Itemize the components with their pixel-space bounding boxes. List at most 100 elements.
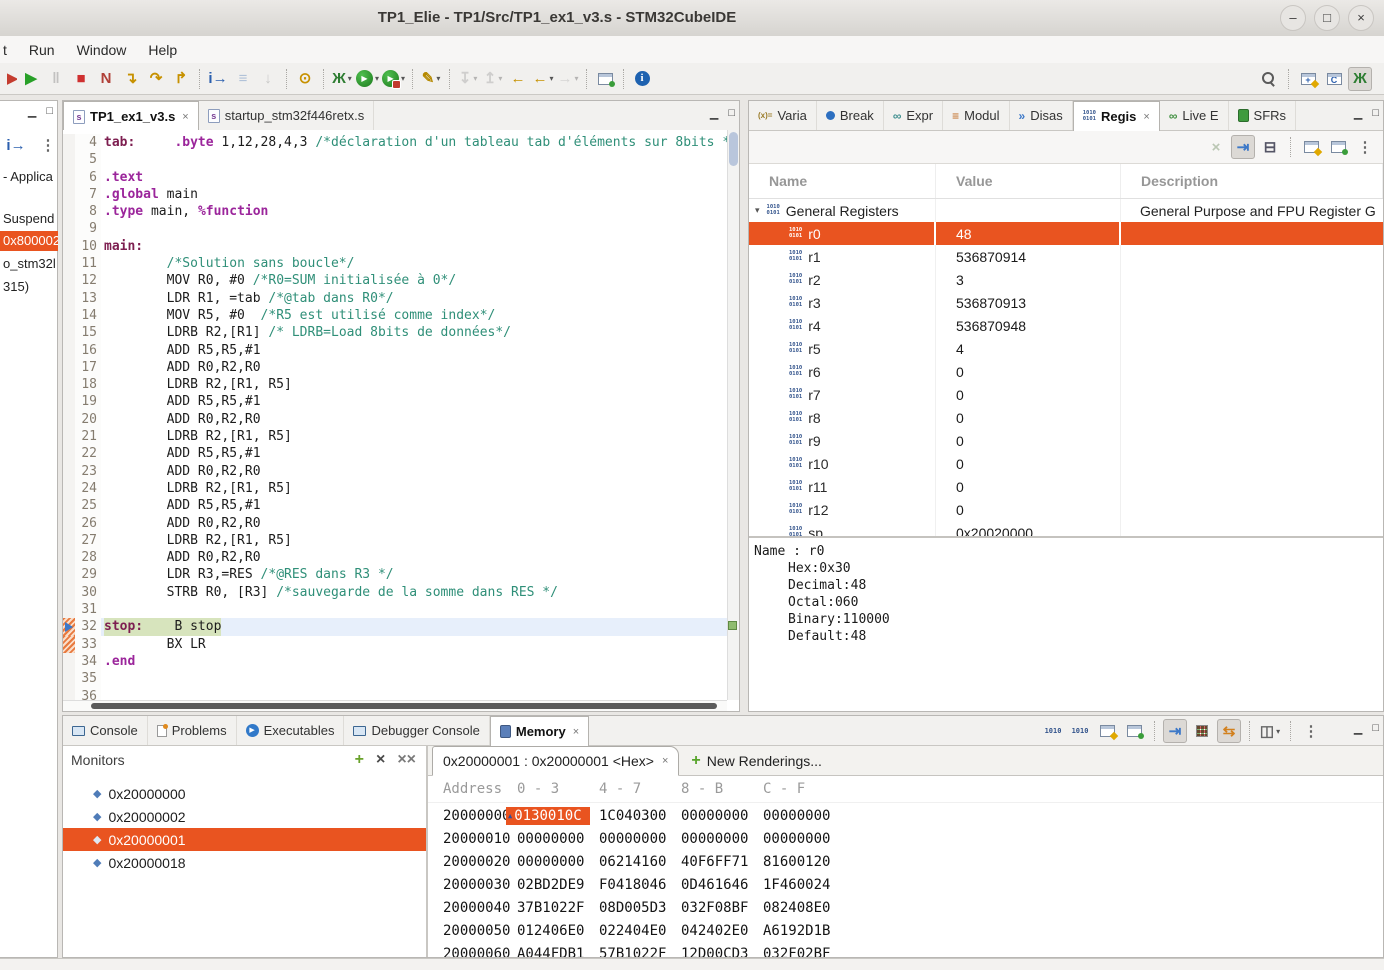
resume-icon[interactable]: ▶	[19, 67, 43, 91]
info-icon[interactable]: i	[630, 67, 654, 91]
gutter-marker[interactable]	[63, 549, 75, 566]
memory-cell[interactable]: 00000000	[508, 854, 590, 870]
editor-vertical-scrollbar[interactable]	[727, 130, 739, 700]
line-number[interactable]: 33	[75, 636, 101, 653]
line-number[interactable]: 8	[75, 203, 101, 220]
close-tab-icon[interactable]: ×	[662, 755, 668, 767]
memory-cell[interactable]: 0D461646	[672, 877, 754, 893]
code-line[interactable]: 10main:	[63, 238, 727, 255]
memory-row[interactable]: 2000001000000000000000000000000000000000	[428, 827, 1383, 850]
last-edit-location-icon[interactable]: ←	[506, 67, 530, 91]
line-number[interactable]: 13	[75, 290, 101, 307]
memory-monitor-item[interactable]: ◆0x20000001	[63, 828, 426, 851]
line-number[interactable]: 23	[75, 463, 101, 480]
debug-perspective-icon[interactable]: Ж	[1348, 67, 1372, 91]
collapse-all-icon[interactable]: ⊟	[1258, 135, 1282, 159]
line-number[interactable]: 31	[75, 601, 101, 618]
upload-icon[interactable]: ↥▾	[481, 67, 505, 91]
memory-cell[interactable]: 00000000	[754, 831, 836, 847]
memory-cell[interactable]: 00000000	[672, 808, 754, 824]
memory-cell[interactable]: A044FDB1	[508, 946, 590, 958]
link-with-debug-icon[interactable]: ⇥	[1163, 719, 1187, 743]
register-row[interactable]: 1010 0101r54	[749, 337, 1383, 360]
reset-device-icon[interactable]: ⊙	[293, 67, 317, 91]
minimize-window-button[interactable]: –	[1280, 5, 1306, 31]
debug-tree-item[interactable]: o_stm32l	[0, 254, 58, 274]
gutter-marker[interactable]	[63, 601, 75, 618]
line-number[interactable]: 7	[75, 186, 101, 203]
gutter-marker[interactable]	[63, 532, 75, 549]
code-line[interactable]: 33 BX LR	[63, 636, 727, 653]
gutter-marker[interactable]	[63, 515, 75, 532]
gutter-marker[interactable]	[63, 636, 75, 653]
close-tab-icon[interactable]: ×	[573, 726, 579, 738]
open-new-window-icon[interactable]	[593, 67, 617, 91]
menu-item-run[interactable]: Run	[29, 42, 55, 58]
terminate-icon[interactable]: ■	[69, 67, 93, 91]
new-hex-rendering-icon[interactable]: 1010	[1041, 719, 1065, 743]
code-line[interactable]: 13 LDR R1, =tab /*@tab dans R0*/	[63, 290, 727, 307]
memory-cell[interactable]: 032F08BF	[672, 900, 754, 916]
gutter-marker[interactable]	[63, 653, 75, 670]
code-line[interactable]: 28 ADD R0,R2,R0	[63, 549, 727, 566]
add-monitor-button[interactable]: +	[355, 752, 364, 768]
memory-cell[interactable]: 57B1022F	[590, 946, 672, 958]
memory-cell[interactable]: 00000000	[672, 831, 754, 847]
line-number[interactable]: 9	[75, 220, 101, 237]
debug-tree-item[interactable]: 315)	[0, 277, 58, 297]
memory-cell[interactable]: 06214160	[590, 854, 672, 870]
line-number[interactable]: 5	[75, 151, 101, 168]
code-line[interactable]: 22 ADD R5,R5,#1	[63, 445, 727, 462]
memory-row[interactable]: 20000020000000000621416040F6FF7181600120	[428, 850, 1383, 873]
register-row[interactable]: 1010 0101r048	[749, 222, 1383, 245]
gutter-marker[interactable]	[63, 376, 75, 393]
register-row[interactable]: 1010 0101sp0x20020000	[749, 521, 1383, 536]
memory-cell[interactable]: 00000000	[590, 831, 672, 847]
code-line[interactable]: 30 STRB R0, [R3] /*sauvegarde de la somm…	[63, 584, 727, 601]
memory-cell[interactable]: 00000000	[508, 831, 590, 847]
maximize-window-button[interactable]: □	[1314, 5, 1340, 31]
code-line[interactable]: 17 ADD R0,R2,R0	[63, 359, 727, 376]
register-row[interactable]: 1010 0101r60	[749, 360, 1383, 383]
tab-sfrs[interactable]: SFRs	[1229, 101, 1297, 130]
line-number[interactable]: 11	[75, 255, 101, 272]
register-group-row[interactable]: ▾1010 0101General RegistersGeneral Purpo…	[749, 199, 1383, 222]
tab-live-expressions[interactable]: ∞Live E	[1160, 101, 1229, 130]
search-icon[interactable]	[1257, 67, 1281, 91]
tab-problems[interactable]: Problems	[148, 716, 237, 745]
memory-row[interactable]: 20000060A044FDB157B1022F12D00CD3032F02BF	[428, 942, 1383, 957]
debug-tree-item[interactable]: 0x800002	[0, 231, 58, 251]
suspend-icon[interactable]: ‖	[44, 67, 68, 91]
code-line[interactable]: 32stop: B stop	[63, 618, 727, 635]
memory-cell[interactable]: F0418046	[590, 877, 672, 893]
cpp-perspective-icon[interactable]: C	[1322, 67, 1346, 91]
tab-breakpoints[interactable]: Break	[817, 101, 884, 130]
register-row[interactable]: 1010 0101r4536870948	[749, 314, 1383, 337]
line-number[interactable]: 19	[75, 393, 101, 410]
code-line[interactable]: 34.end	[63, 653, 727, 670]
code-line[interactable]: 23 ADD R0,R2,R0	[63, 463, 727, 480]
gutter-marker[interactable]	[63, 134, 75, 151]
debug-tree-item[interactable]: - Applica	[0, 167, 58, 187]
line-number[interactable]: 6	[75, 169, 101, 186]
hscroll-thumb[interactable]	[91, 703, 717, 709]
memory-cell[interactable]: 1F460024	[754, 877, 836, 893]
code-editor[interactable]: 4tab: .byte 1,12,28,4,3 /*déclaration d'…	[63, 130, 727, 704]
code-line[interactable]: 8.type main, %function	[63, 203, 727, 220]
view-menu-icon[interactable]: ⋮	[1353, 135, 1377, 159]
code-line[interactable]: 5	[63, 151, 727, 168]
gutter-marker[interactable]	[63, 480, 75, 497]
gutter-marker[interactable]	[63, 324, 75, 341]
gutter-marker[interactable]	[63, 220, 75, 237]
memory-monitor-item[interactable]: ◆0x20000002	[63, 805, 426, 828]
gutter-marker[interactable]	[63, 445, 75, 462]
code-line[interactable]: 35	[63, 670, 727, 687]
memory-monitor-item[interactable]: ◆0x20000018	[63, 851, 426, 874]
code-line[interactable]: 19 ADD R5,R5,#1	[63, 393, 727, 410]
line-number[interactable]: 32	[75, 618, 101, 635]
tab-registers[interactable]: 1010 0101Regis×	[1073, 101, 1160, 131]
maximize-view-icon[interactable]: □	[1372, 722, 1379, 735]
line-number[interactable]: 17	[75, 359, 101, 376]
gutter-marker[interactable]	[63, 670, 75, 687]
step-into-icon[interactable]: ↴	[119, 67, 143, 91]
